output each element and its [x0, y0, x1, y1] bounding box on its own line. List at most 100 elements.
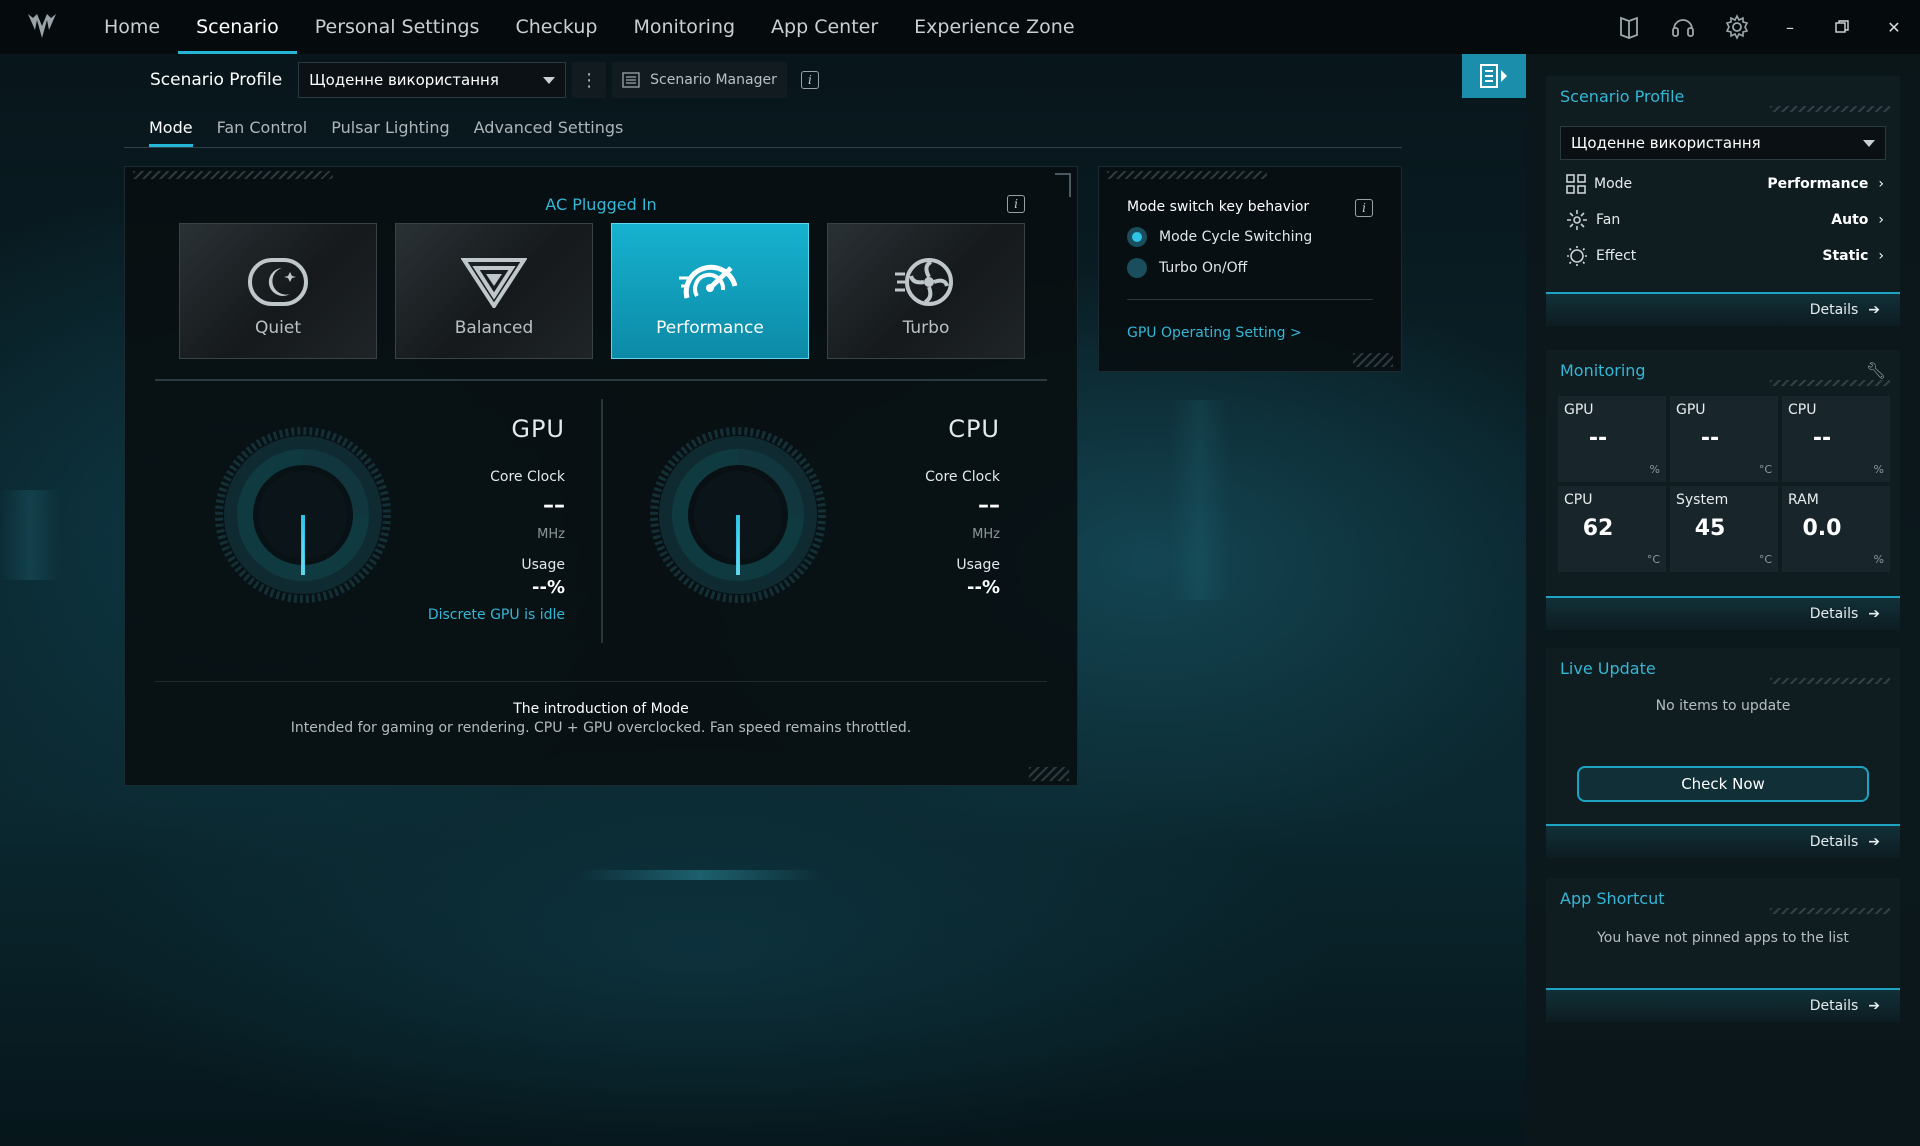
gear-icon[interactable] — [1710, 0, 1764, 54]
scenario-profile-select[interactable]: Щоденне використання — [298, 62, 567, 98]
card-title: Scenario Profile — [1546, 76, 1900, 116]
live-update-details-link[interactable]: Details ➔ — [1546, 824, 1900, 858]
details-label: Details — [1809, 606, 1859, 622]
radio-checked-icon — [1127, 227, 1147, 247]
more-options-icon[interactable]: ⋮ — [572, 62, 607, 98]
divider — [155, 379, 1047, 381]
tab-mode[interactable]: Mode — [124, 112, 205, 147]
restore-button[interactable] — [1816, 0, 1868, 54]
cpu-gauge-block: CPU Core Clock –– MHz Usage --% — [590, 397, 1030, 657]
monitor-system-temp: System 45 °C — [1670, 486, 1778, 572]
chevron-down-icon — [543, 76, 556, 84]
scenario-manager-button[interactable]: Scenario Manager — [612, 62, 787, 98]
mode-quiet-button[interactable]: Quiet — [179, 223, 377, 359]
radio-unchecked-icon — [1127, 258, 1147, 278]
headset-icon[interactable] — [1656, 0, 1710, 54]
mode-quiet-label: Quiet — [254, 318, 301, 338]
scenario-subtabs: Mode Fan Control Pulsar Lighting Advance… — [124, 112, 1402, 148]
predator-logo-icon — [22, 7, 62, 47]
arrow-right-icon: ➔ — [1868, 834, 1880, 850]
cpu-core-clock-unit: MHz — [972, 527, 1000, 542]
sidebar-toggle-button[interactable] — [1462, 54, 1526, 98]
cpu-usage-value: --% — [967, 577, 1000, 598]
gpu-core-clock-value: –– — [543, 493, 565, 518]
tab-pulsar-lighting[interactable]: Pulsar Lighting — [319, 112, 461, 147]
window-controls: – ✕ — [1602, 0, 1920, 54]
radio-turbo-on-off[interactable]: Turbo On/Off — [1127, 258, 1247, 278]
decorative-hatch — [1107, 171, 1267, 179]
gpu-gauge-block: GPU Core Clock –– MHz Usage --% Discrete… — [155, 397, 595, 657]
mode-turbo-button[interactable]: Turbo — [827, 223, 1025, 359]
row-value: Performance — [1767, 176, 1869, 192]
monitor-gpu-usage: GPU -- % — [1558, 396, 1666, 482]
app-shortcut-details-link[interactable]: Details ➔ — [1546, 988, 1900, 1022]
mode-balanced-label: Balanced — [454, 318, 534, 338]
minimize-button[interactable]: – — [1764, 0, 1816, 54]
scenario-details-link[interactable]: Details ➔ — [1546, 292, 1900, 326]
chevron-right-icon: › — [1878, 176, 1884, 192]
live-update-card: Live Update No items to update Check Now… — [1546, 648, 1900, 858]
info-icon[interactable]: i — [800, 71, 819, 89]
effect-sun-icon — [1567, 246, 1587, 266]
close-button[interactable]: ✕ — [1868, 0, 1920, 54]
details-label: Details — [1809, 302, 1859, 318]
triangle-icon — [461, 258, 527, 308]
monitor-gpu-temp: GPU -- °C — [1670, 396, 1778, 482]
nav-checkup[interactable]: Checkup — [497, 0, 615, 54]
monitor-ram-usage: RAM 0.0 % — [1782, 486, 1890, 572]
arrow-right-icon: ➔ — [1868, 302, 1880, 318]
radio-label: Turbo On/Off — [1159, 260, 1248, 276]
nav-home[interactable]: Home — [86, 0, 178, 54]
decorative-hatch — [1029, 767, 1069, 781]
list-icon — [622, 72, 640, 88]
cpu-core-clock-value: –– — [978, 493, 1000, 518]
decorative-corner — [1055, 173, 1071, 197]
moon-icon — [248, 258, 308, 306]
gpu-usage-label: Usage — [521, 557, 565, 573]
scenario-profile-value: Щоденне використання — [309, 71, 499, 89]
divider — [1127, 299, 1373, 300]
mode-selector: Quiet Balanced Performance Turbo — [179, 223, 1025, 359]
main-nav: Home Scenario Personal Settings Checkup … — [86, 0, 1093, 54]
mode-intro-title: The introduction of Mode — [513, 701, 689, 717]
nav-scenario[interactable]: Scenario — [178, 0, 297, 54]
decorative-hatch — [133, 171, 333, 179]
speedometer-icon — [679, 264, 738, 299]
monitoring-details-link[interactable]: Details ➔ — [1546, 596, 1900, 630]
monitoring-card: Monitoring 🔧︎ GPU -- % GPU -- °C CPU -- … — [1546, 350, 1900, 630]
gpu-status: Discrete GPU is idle — [427, 607, 565, 623]
nav-monitoring[interactable]: Monitoring — [615, 0, 753, 54]
sidebar-row-fan[interactable]: Fan Auto › — [1546, 202, 1900, 238]
scenario-profile-label: Scenario Profile — [150, 70, 283, 90]
check-now-button[interactable]: Check Now — [1577, 766, 1869, 802]
radio-mode-cycle-switching[interactable]: Mode Cycle Switching — [1127, 227, 1312, 247]
tab-advanced-settings[interactable]: Advanced Settings — [462, 112, 636, 147]
wrench-icon[interactable]: 🔧︎ — [1866, 361, 1886, 380]
scenario-manager-label: Scenario Manager — [650, 72, 777, 88]
nav-app-center[interactable]: App Center — [753, 0, 896, 54]
mode-performance-button[interactable]: Performance — [611, 223, 809, 359]
gpu-core-clock-label: Core Clock — [490, 469, 565, 485]
chevron-right-icon: › — [1878, 248, 1884, 264]
live-update-empty-text: No items to update — [1655, 698, 1791, 714]
book-icon[interactable] — [1602, 0, 1656, 54]
nav-experience-zone[interactable]: Experience Zone — [896, 0, 1092, 54]
chevron-right-icon: › — [1878, 212, 1884, 228]
nav-personal-settings[interactable]: Personal Settings — [297, 0, 498, 54]
mode-balanced-button[interactable]: Balanced — [395, 223, 593, 359]
sidebar-row-effect[interactable]: Effect Static › — [1546, 238, 1900, 274]
gpu-gauge-icon — [215, 427, 391, 603]
row-value: Static — [1822, 248, 1869, 264]
info-icon[interactable]: i — [1007, 195, 1025, 213]
row-label: Mode — [1594, 176, 1633, 192]
mode-turbo-label: Turbo — [902, 318, 950, 338]
gpu-operating-setting-link[interactable]: GPU Operating Setting > — [1127, 325, 1302, 341]
tab-fan-control[interactable]: Fan Control — [205, 112, 320, 147]
sidebar-scenario-value: Щоденне використання — [1571, 134, 1761, 152]
sidebar-scenario-select[interactable]: Щоденне використання — [1560, 126, 1886, 160]
card-title: Live Update — [1546, 648, 1900, 688]
mode-switch-key-panel: Mode switch key behavior i Mode Cycle Sw… — [1098, 166, 1402, 372]
cpu-usage-label: Usage — [956, 557, 1000, 573]
info-icon[interactable]: i — [1355, 199, 1373, 217]
sidebar-row-mode[interactable]: Mode Performance › — [1546, 166, 1900, 202]
